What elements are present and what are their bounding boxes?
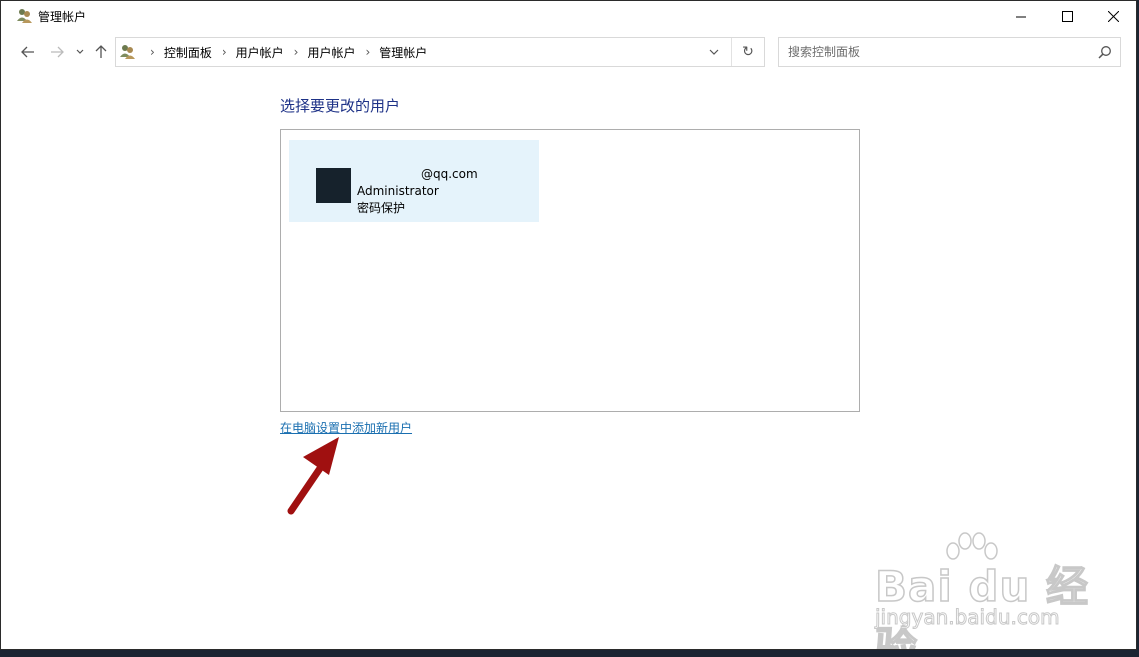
- user-accounts-icon: [17, 9, 32, 23]
- maximize-icon: [1061, 11, 1073, 22]
- breadcrumb: › 控制面板 › 用户帐户 › 用户帐户 › 管理帐户: [140, 38, 427, 66]
- watermark-logo-text: Bai du 经验: [874, 561, 1089, 650]
- breadcrumb-control-panel[interactable]: 控制面板: [164, 44, 212, 61]
- breadcrumb-separator[interactable]: ›: [222, 45, 227, 59]
- chevron-down-icon: [76, 49, 84, 54]
- minimize-button[interactable]: [998, 1, 1044, 32]
- forward-button[interactable]: [47, 42, 67, 62]
- refresh-icon: ↻: [742, 44, 754, 60]
- user-password-status: 密码保护: [357, 201, 406, 215]
- annotation-arrow-icon: [287, 437, 339, 515]
- breadcrumb-user-accounts[interactable]: 用户帐户: [236, 44, 284, 61]
- user-account-type: Administrator: [357, 184, 439, 198]
- navigation-bar: › 控制面板 › 用户帐户 › 用户帐户 › 管理帐户 ↻: [1, 36, 1136, 68]
- arrow-up-icon: [95, 45, 107, 58]
- user-email: @qq.com: [421, 167, 478, 181]
- user-accounts-icon: [120, 45, 135, 59]
- watermark-url: jingyan.baidu.com: [875, 605, 1061, 630]
- arrow-right-icon: [51, 46, 64, 58]
- recent-locations-button[interactable]: [73, 42, 87, 62]
- close-icon: [1107, 11, 1119, 22]
- user-tile[interactable]: @qq.com Administrator 密码保护: [289, 140, 539, 222]
- user-details: @qq.com Administrator 密码保护: [357, 166, 478, 217]
- breadcrumb-separator[interactable]: ›: [294, 45, 299, 59]
- minimize-icon: [1016, 16, 1026, 17]
- search-icon[interactable]: [1098, 45, 1112, 59]
- title-bar[interactable]: 管理帐户: [1, 1, 1136, 32]
- maximize-button[interactable]: [1044, 1, 1090, 32]
- up-button[interactable]: [91, 42, 111, 62]
- avatar: [316, 168, 351, 203]
- manage-accounts-window: 管理帐户 › 控制面板 › 用户帐户 › 用户帐户 › 管理帐户 ↻ 搜索控制面…: [0, 0, 1137, 650]
- window-title: 管理帐户: [38, 10, 87, 24]
- breadcrumb-user-accounts-sub[interactable]: 用户帐户: [307, 44, 355, 61]
- close-button[interactable]: [1090, 1, 1136, 32]
- arrow-left-icon: [21, 46, 34, 58]
- breadcrumb-separator[interactable]: ›: [150, 45, 155, 59]
- chevron-down-icon: [709, 49, 719, 55]
- address-bar[interactable]: › 控制面板 › 用户帐户 › 用户帐户 › 管理帐户 ↻: [115, 37, 765, 67]
- refresh-button[interactable]: ↻: [734, 38, 762, 66]
- breadcrumb-separator[interactable]: ›: [365, 45, 370, 59]
- back-button[interactable]: [18, 42, 38, 62]
- address-dropdown-button[interactable]: [702, 38, 726, 66]
- user-list: @qq.com Administrator 密码保护: [280, 129, 860, 412]
- page-title: 选择要更改的用户: [280, 97, 401, 115]
- baidu-jingyan-watermark: Bai du 经验 jingyan.baidu.com: [871, 531, 1101, 649]
- breadcrumb-manage-accounts[interactable]: 管理帐户: [379, 44, 427, 61]
- divider: [731, 38, 732, 66]
- search-box[interactable]: [778, 37, 1121, 67]
- search-input[interactable]: [779, 38, 1079, 66]
